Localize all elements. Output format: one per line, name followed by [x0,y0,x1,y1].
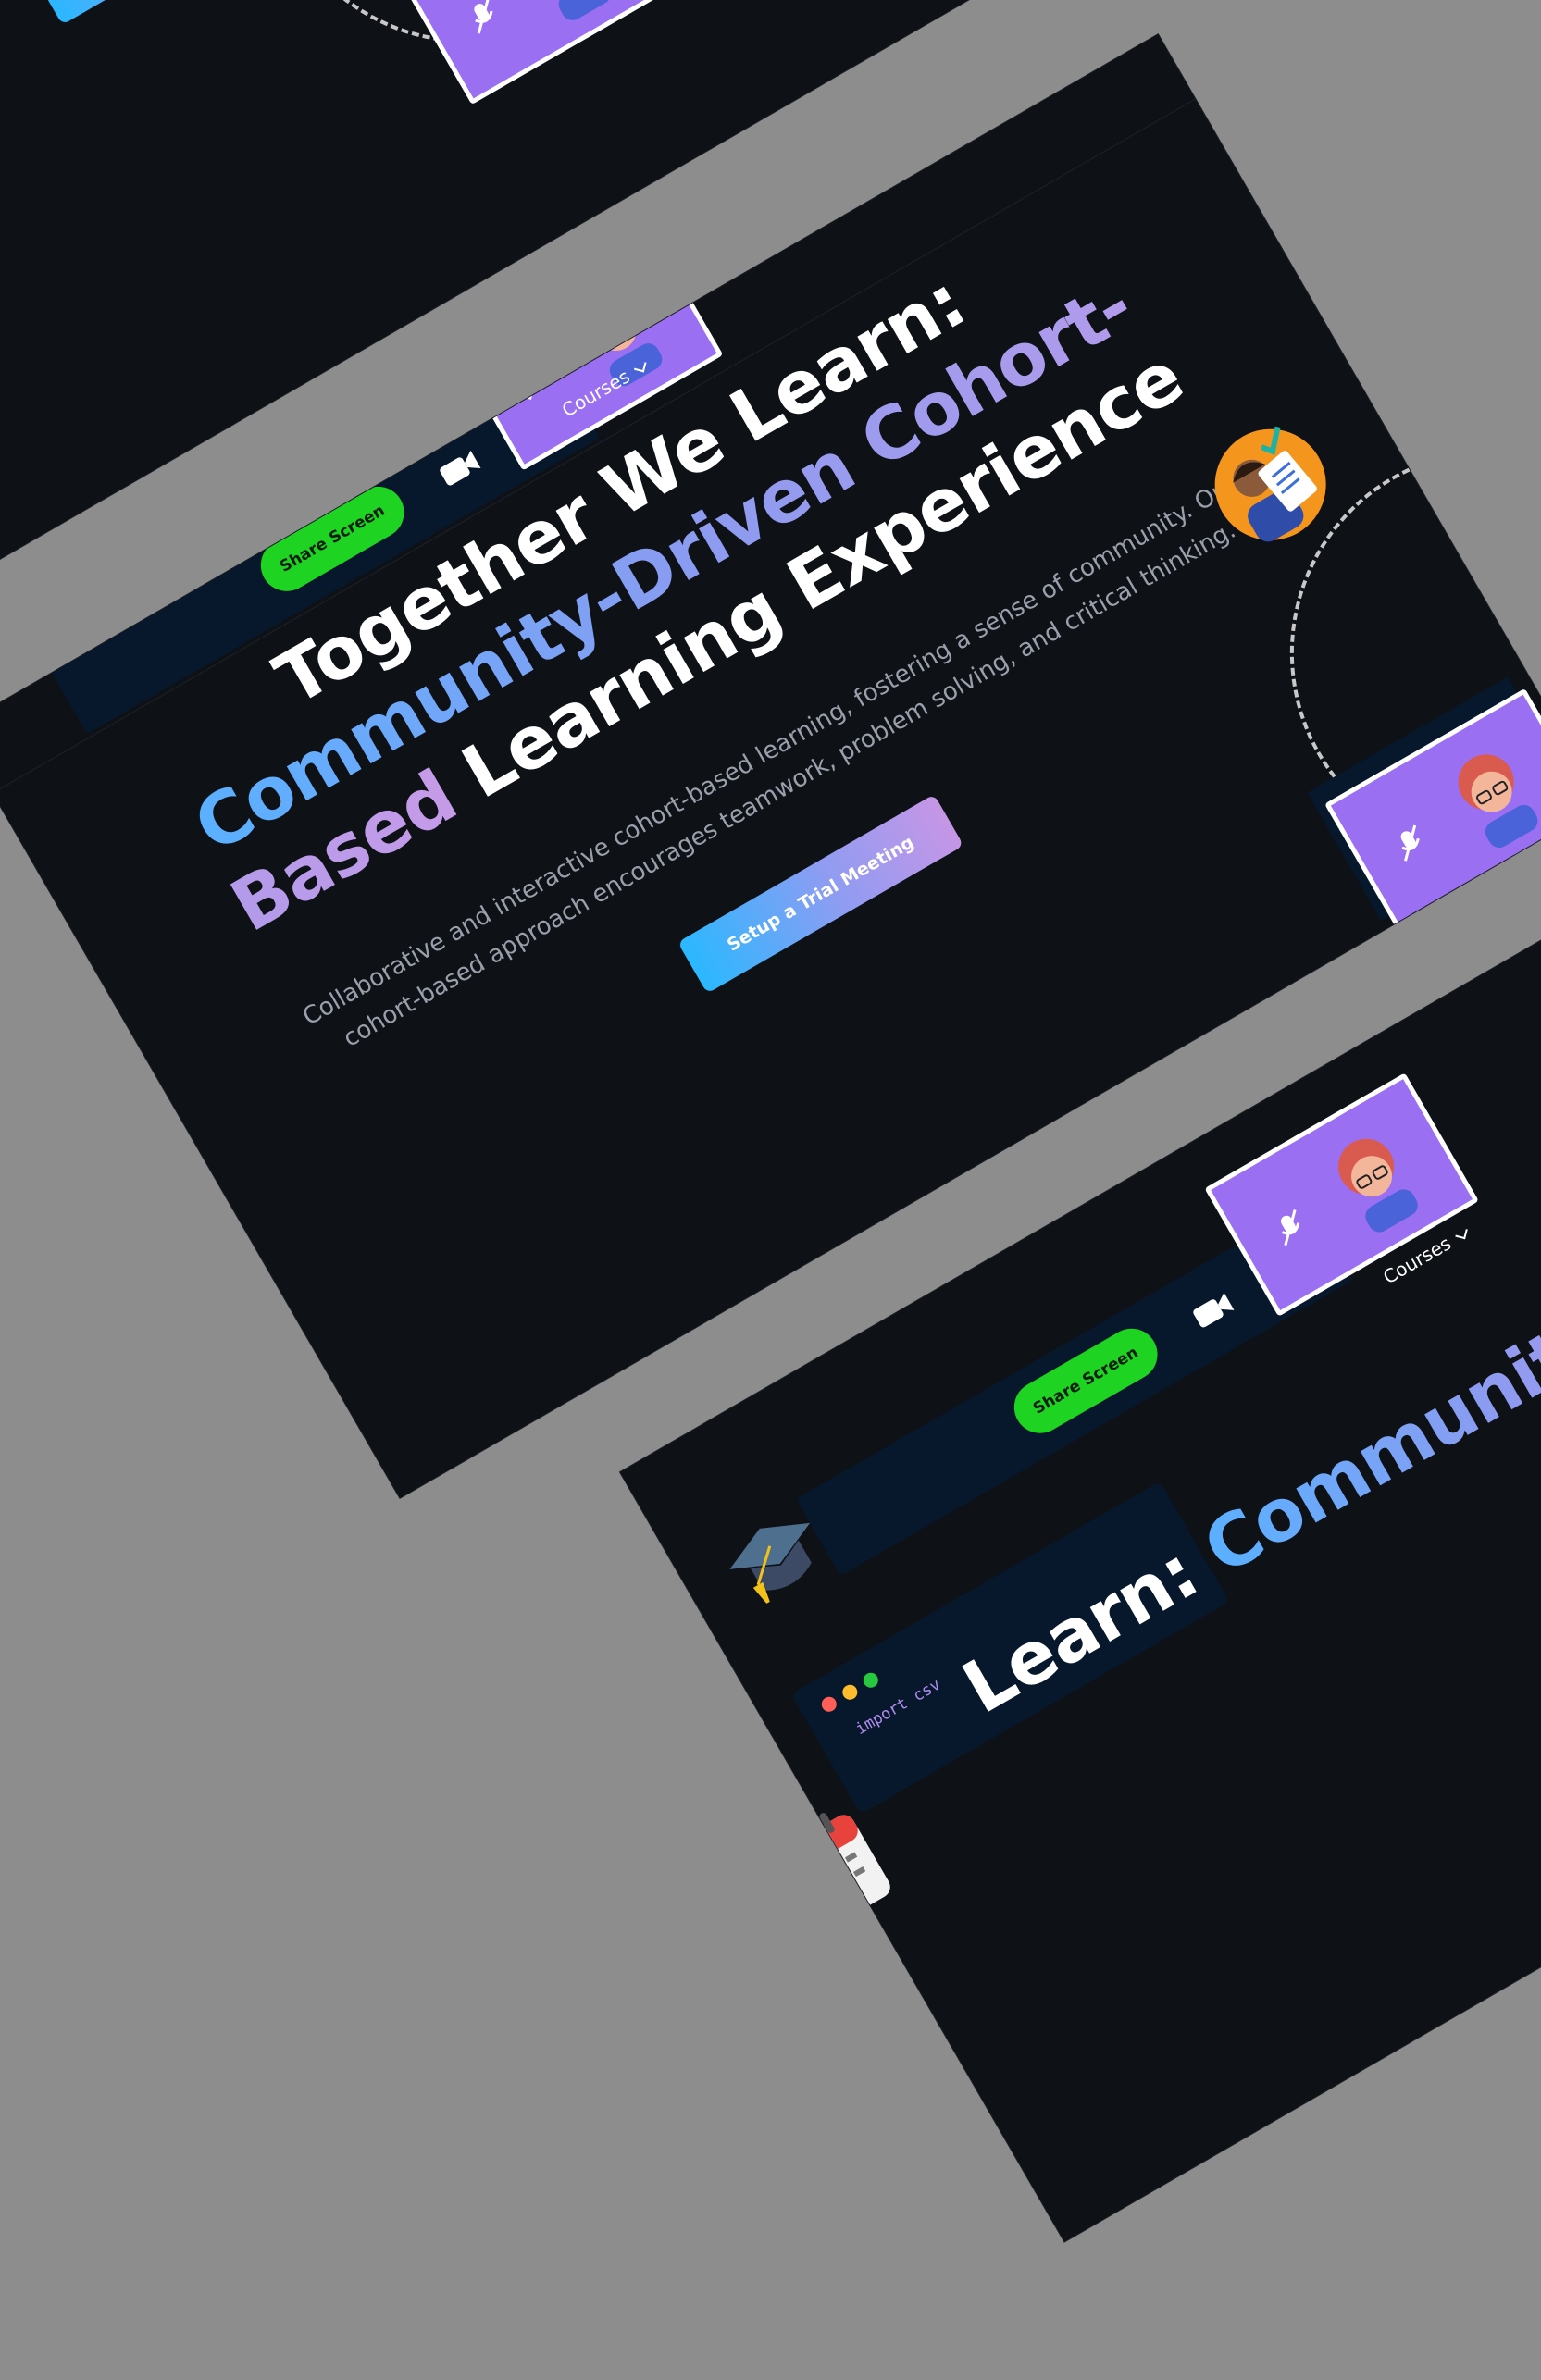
mic-off-icon [524,363,544,400]
mic-off-icon [1280,1209,1299,1246]
video-camera-icon[interactable] [434,444,484,490]
window-minimize-dot [839,1681,860,1703]
chevron-down-icon [633,359,647,372]
setup-trial-button[interactable]: Setup a Trial Meeting [31,0,318,25]
video-camera-icon[interactable] [1187,1286,1237,1333]
window-maximize-dot [860,1669,881,1691]
share-screen-button[interactable]: Share Screen [1004,1318,1167,1443]
calendar-icon [763,1812,890,1938]
avatar [558,0,611,20]
nav-masterclass[interactable]: Masterclass Experience [818,78,1018,205]
mic-off-icon [1400,824,1420,862]
video-tile [397,0,672,105]
avatar [1458,753,1537,848]
window-close-dot [818,1693,839,1715]
avatar [1337,1138,1418,1233]
chevron-down-icon [1455,1226,1468,1239]
mic-off-icon [473,0,493,33]
